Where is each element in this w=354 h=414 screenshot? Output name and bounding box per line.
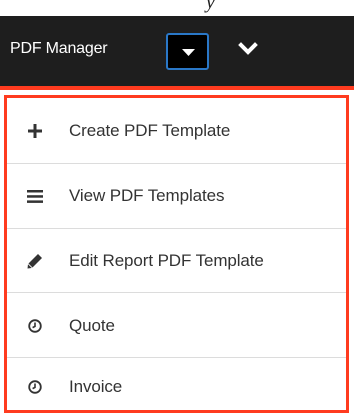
menu-divider xyxy=(7,163,346,164)
pdf-manager-dropdown-menu: Create PDF Template View PDF Templates E… xyxy=(4,95,349,413)
menu-item-label: Edit Report PDF Template xyxy=(69,251,264,270)
caret-down-icon xyxy=(182,49,195,56)
menu-item-view-pdf-templates[interactable]: View PDF Templates xyxy=(7,171,346,221)
menu-item-create-pdf-template[interactable]: Create PDF Template xyxy=(7,106,346,156)
menu-divider xyxy=(7,357,346,358)
menu-item-label: Create PDF Template xyxy=(69,121,231,140)
pdf-manager-tab[interactable]: PDF Manager xyxy=(10,40,108,58)
pencil-icon xyxy=(25,251,45,271)
menu-item-quote[interactable]: Quote xyxy=(7,301,346,351)
highlight-bar xyxy=(0,86,354,90)
menu-item-edit-report-pdf-template[interactable]: Edit Report PDF Template xyxy=(7,236,346,286)
clock-icon xyxy=(25,316,45,336)
menu-divider xyxy=(7,228,346,229)
pdf-manager-dropdown-button[interactable] xyxy=(166,33,209,70)
caption-fragment: y xyxy=(0,0,354,16)
clock-icon xyxy=(25,377,45,397)
list-icon xyxy=(25,186,45,206)
menu-item-label: Quote xyxy=(69,316,115,335)
top-navbar: PDF Manager xyxy=(0,16,354,86)
menu-item-label: View PDF Templates xyxy=(69,186,225,205)
menu-item-label: Invoice xyxy=(69,377,123,396)
plus-icon xyxy=(25,121,45,141)
menu-item-invoice[interactable]: Invoice xyxy=(7,363,346,411)
chevron-down-icon xyxy=(238,42,258,55)
screenshot-root: y PDF Manager Create PDF Template View P… xyxy=(0,0,354,414)
more-modules-button[interactable] xyxy=(226,30,270,72)
menu-divider xyxy=(7,292,346,293)
caption-glyph: y xyxy=(206,0,215,13)
